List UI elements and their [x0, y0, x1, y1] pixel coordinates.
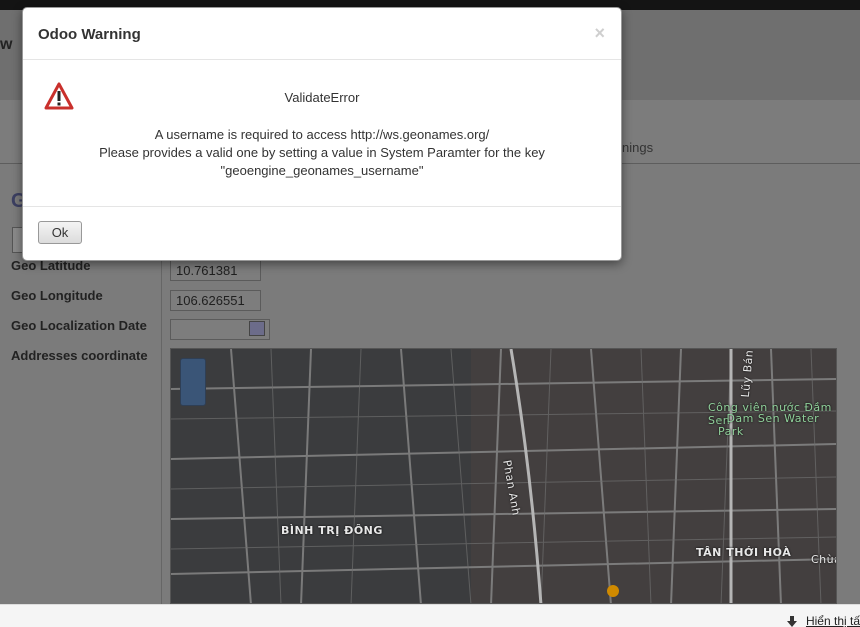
- geo-localization-date-label: Geo Localization Date: [11, 318, 147, 333]
- map-label-park-line2: - Dam Sen Water Park: [718, 412, 820, 438]
- tab-settings-fragment[interactable]: nings: [622, 140, 653, 155]
- map-marker-icon[interactable]: [607, 585, 619, 597]
- geo-longitude-label: Geo Longitude: [11, 288, 103, 303]
- map-zoom-control[interactable]: [180, 358, 206, 406]
- geo-longitude-field[interactable]: 106.626551: [170, 290, 261, 311]
- map-view[interactable]: BÌNH TRỊ ĐÔNG TÂN THỚI HOÀ Phan Anh Lũy …: [170, 348, 837, 604]
- header-title-fragment: w: [0, 36, 13, 53]
- error-message-line-1: A username is required to access http://…: [154, 127, 490, 142]
- addresses-coordinate-label: Addresses coordinate: [11, 348, 148, 363]
- error-message: A username is required to access http://…: [23, 126, 621, 180]
- geo-latitude-field[interactable]: 10.761381: [170, 260, 261, 281]
- error-title: ValidateError: [284, 90, 360, 105]
- download-icon: [787, 616, 797, 627]
- close-icon[interactable]: ×: [594, 23, 605, 44]
- dialog-title: Odoo Warning: [38, 26, 141, 43]
- dialog-header: Odoo Warning ×: [23, 8, 621, 60]
- error-message-line-3: "geoengine_geonames_username": [220, 163, 424, 178]
- edit-button-fragment[interactable]: [12, 227, 22, 253]
- map-label-binh-tri-dong: BÌNH TRỊ ĐÔNG: [281, 524, 383, 537]
- warning-dialog: Odoo Warning × ValidateError A username …: [22, 7, 622, 261]
- show-all-downloads-link[interactable]: Hiển thị tấ: [806, 614, 860, 627]
- status-bar: Hiển thị tấ: [0, 604, 860, 627]
- ok-button[interactable]: Ok: [38, 221, 82, 244]
- dialog-body: ValidateError A username is required to …: [23, 60, 621, 207]
- calendar-icon[interactable]: [249, 321, 265, 336]
- map-label-tan-thoi-hoa: TÂN THỚI HOÀ: [696, 546, 792, 559]
- map-label-chua: Chùa: [811, 553, 836, 566]
- dialog-footer: Ok: [23, 207, 621, 261]
- error-message-line-2: Please provides a valid one by setting a…: [99, 145, 545, 160]
